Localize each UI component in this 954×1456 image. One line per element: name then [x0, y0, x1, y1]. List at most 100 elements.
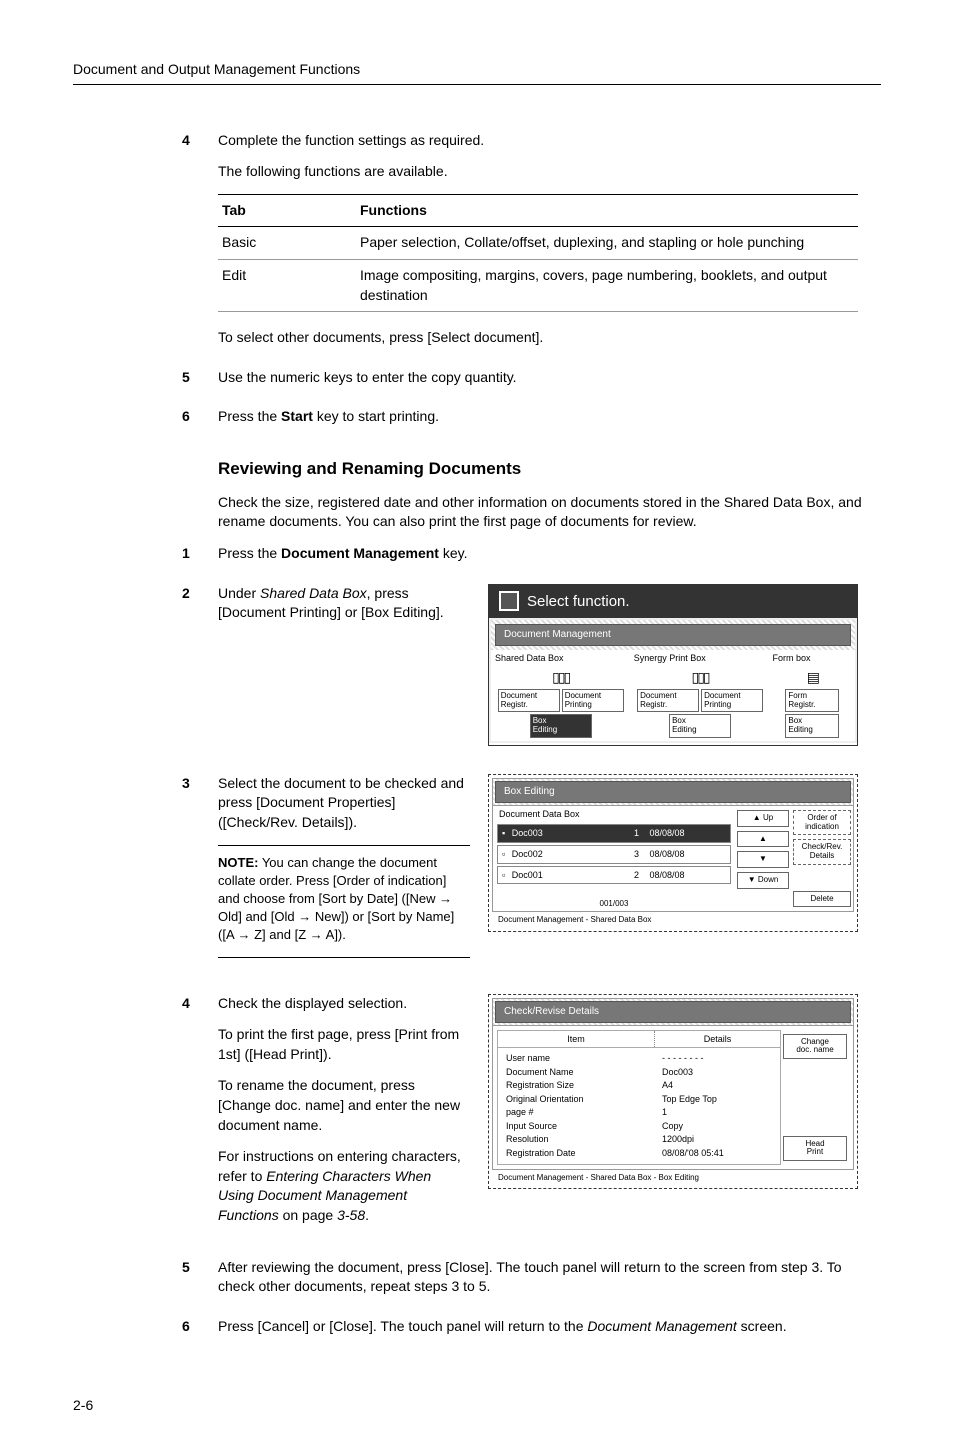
tab-row: Shared Data Box Synergy Print Box Form b…: [491, 650, 855, 667]
lcd-title: Select function.: [489, 585, 857, 618]
step-number: 4: [182, 131, 190, 151]
lcd-subtitle: Check/Revise Details: [495, 1001, 851, 1023]
section-heading: Reviewing and Renaming Documents: [218, 457, 881, 481]
step-6-text: Press the Start key to start printing.: [218, 407, 881, 427]
r: Resolution: [506, 1133, 646, 1147]
l1: Check the displayed selection.: [218, 994, 470, 1014]
r: 08/08/'08 05:41: [662, 1147, 772, 1161]
btn-order[interactable]: Order of indication: [793, 810, 851, 836]
step-2: 2 Under Shared Data Box, press [Document…: [218, 584, 881, 746]
cell-basic-func: Paper selection, Collate/offset, duplexi…: [356, 227, 858, 260]
step-6: 6 Press the Start key to start printing.: [218, 407, 881, 427]
tab-synergy[interactable]: Synergy Print Box: [630, 650, 769, 667]
note-label: NOTE:: [218, 855, 258, 870]
t: Press [Cancel] or [Close]. The touch pan…: [218, 1318, 587, 1334]
btn-up[interactable]: ▲ Up: [737, 810, 789, 827]
r: Doc003: [662, 1066, 772, 1080]
th-func: Functions: [356, 194, 858, 227]
btn-form-registr[interactable]: Form Registr.: [785, 689, 839, 713]
btn-head-print[interactable]: Head Print: [783, 1136, 847, 1162]
btn-down[interactable]: ▼ Down: [737, 872, 789, 889]
r: Input Source: [506, 1120, 646, 1134]
r: 1200dpi: [662, 1133, 772, 1147]
lcd-select-function: Select function. Document Management Sha…: [488, 584, 858, 746]
l2: To print the first page, press [Print fr…: [218, 1025, 470, 1064]
step-3-note: NOTE: You can change the document collat…: [218, 854, 470, 945]
btn-doc-printing[interactable]: Document Printing: [562, 689, 624, 713]
btn-box-editing[interactable]: Box Editing: [530, 714, 592, 738]
btn-change-name[interactable]: Change doc. name: [783, 1034, 847, 1060]
list-item[interactable]: ▪ Doc003 1 08/08/08: [497, 824, 731, 843]
r: Top Edge Top: [662, 1093, 772, 1107]
step-5b: 5 After reviewing the document, press [C…: [218, 1258, 881, 1297]
step-number: 4: [182, 994, 190, 1014]
step-number: 6: [182, 1317, 190, 1337]
t: Press the: [218, 545, 281, 561]
doc-name: Doc003: [508, 826, 547, 840]
l3: To rename the document, press [Change do…: [218, 1076, 470, 1135]
step-5: 5 Use the numeric keys to enter the copy…: [218, 368, 881, 388]
form-icon: ▤: [772, 668, 853, 688]
r: A4: [662, 1079, 772, 1093]
l: Up: [763, 813, 773, 822]
bold: Start: [281, 408, 313, 424]
italic: Document Management: [587, 1318, 736, 1334]
d: 08/08/08: [646, 868, 689, 882]
t: Press the: [218, 408, 281, 424]
doc-name: Doc002: [508, 847, 547, 861]
btn-check-rev[interactable]: Check/Rev. Details: [793, 839, 851, 865]
list-item[interactable]: ▫ Doc001 2 08/08/08: [497, 866, 731, 885]
list-header: Document Data Box: [493, 806, 735, 823]
r: Document Name: [506, 1066, 646, 1080]
bold: Document Management: [281, 545, 439, 561]
cell-edit: Edit: [218, 259, 356, 311]
r: - - - - - - - -: [662, 1052, 772, 1066]
btn-box-editing[interactable]: Box Editing: [785, 714, 839, 738]
t: key.: [439, 545, 468, 561]
btn-doc-printing[interactable]: Document Printing: [701, 689, 763, 713]
d: 08/08/08: [646, 826, 689, 840]
l4: For instructions on entering characters,…: [218, 1147, 470, 1225]
col-item: Item: [498, 1031, 655, 1048]
btn-doc-registr[interactable]: Document Registr.: [637, 689, 699, 713]
l: Down: [758, 875, 778, 884]
n: 2: [630, 868, 643, 882]
page-number: 2-6: [73, 1396, 881, 1416]
section-intro: Check the size, registered date and othe…: [218, 493, 881, 532]
btn-delete[interactable]: Delete: [793, 891, 851, 908]
step-4-top: 4 Complete the function settings as requ…: [218, 131, 881, 348]
lcd-subtitle: Box Editing: [495, 781, 851, 803]
r: Copy: [662, 1120, 772, 1134]
list-item[interactable]: ▫ Doc002 3 08/08/08: [497, 845, 731, 864]
step-1: 1 Press the Document Management key.: [218, 544, 881, 564]
lcd-subtitle: Document Management: [495, 624, 851, 646]
up-icon: ▲: [753, 813, 761, 822]
d: 08/08/08: [646, 847, 689, 861]
btn-scroll-up[interactable]: ▲: [737, 831, 789, 848]
pages-icon: ▯▯▯: [632, 668, 767, 688]
step-6b: 6 Press [Cancel] or [Close]. The touch p…: [218, 1317, 881, 1337]
step-4b: 4 Check the displayed selection. To prin…: [218, 994, 881, 1238]
item-values: - - - - - - - - Doc003 A4 Top Edge Top 1…: [654, 1048, 780, 1164]
step-number: 1: [182, 544, 190, 564]
breadcrumb: Document Management - Shared Data Box - …: [492, 1170, 854, 1185]
step-6b-text: Press [Cancel] or [Close]. The touch pan…: [218, 1317, 881, 1337]
down-icon: ▼: [748, 875, 756, 884]
step-number: 5: [182, 1258, 190, 1278]
n: 3: [630, 847, 643, 861]
r: 1: [662, 1106, 772, 1120]
th-tab: Tab: [218, 194, 356, 227]
step-4-line2: The following functions are available.: [218, 162, 881, 182]
btn-box-editing[interactable]: Box Editing: [669, 714, 731, 738]
t: on page: [279, 1207, 337, 1223]
t: .: [365, 1207, 369, 1223]
btn-scroll-down[interactable]: ▼: [737, 851, 789, 868]
functions-table: Tab Functions Basic Paper selection, Col…: [218, 194, 858, 312]
doc-name: Doc001: [508, 868, 547, 882]
r: Registration Size: [506, 1079, 646, 1093]
step-1-text: Press the Document Management key.: [218, 544, 881, 564]
tab-form[interactable]: Form box: [769, 650, 855, 667]
tab-shared[interactable]: Shared Data Box: [491, 650, 630, 667]
cell-basic: Basic: [218, 227, 356, 260]
btn-doc-registr[interactable]: Document Registr.: [498, 689, 560, 713]
